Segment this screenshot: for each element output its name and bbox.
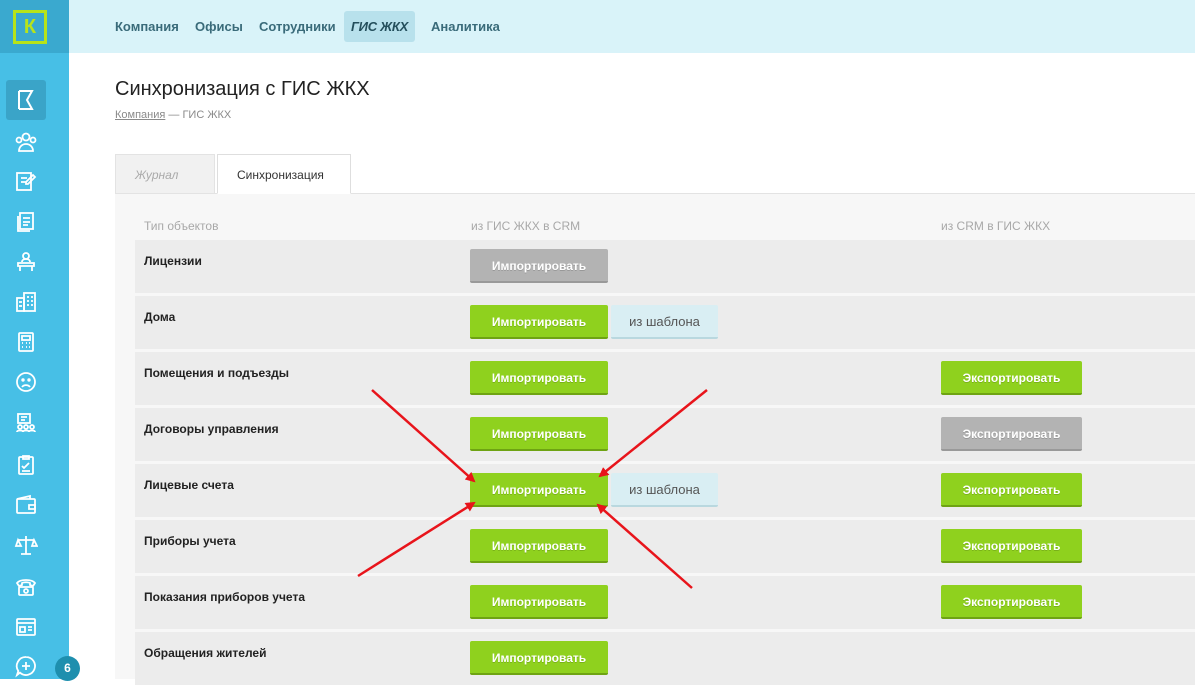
breadcrumb-current: — ГИС ЖКХ: [165, 109, 232, 121]
import-button[interactable]: Импортировать: [470, 305, 608, 339]
calculator-icon[interactable]: [6, 322, 46, 362]
breadcrumb-link-company[interactable]: Компания: [115, 109, 165, 121]
flag-icon[interactable]: [6, 80, 46, 120]
nav-item-gis-zhkh[interactable]: ГИС ЖКХ: [344, 11, 415, 42]
export-button[interactable]: Экспортировать: [941, 417, 1082, 451]
row-label: Лицензии: [144, 254, 202, 268]
table-row: Договоры управления Импортировать Экспорти…: [135, 408, 1195, 461]
nav-item-employees[interactable]: Сотрудники: [252, 11, 343, 42]
row-label: Помещения и подъезды: [144, 366, 289, 380]
page-title: Синхронизация с ГИС ЖКХ: [115, 78, 370, 100]
nav-item-offices[interactable]: Офисы: [188, 11, 250, 42]
edit-note-icon[interactable]: [6, 161, 46, 201]
import-button[interactable]: Импортировать: [470, 249, 608, 283]
checklist-icon[interactable]: [6, 445, 46, 485]
top-navigation: Компания Офисы Сотрудники ГИС ЖКХ Аналит…: [69, 0, 1195, 53]
nav-item-analytics[interactable]: Аналитика: [424, 11, 507, 42]
import-button[interactable]: Импортировать: [470, 641, 608, 675]
export-button[interactable]: Экспортировать: [941, 473, 1082, 507]
table-row: Дома Импортировать из шаблона: [135, 296, 1195, 349]
staff-icon[interactable]: [6, 403, 46, 443]
phone-icon[interactable]: [6, 566, 46, 606]
row-label: Лицевые счета: [144, 478, 234, 492]
from-template-button[interactable]: из шаблона: [611, 305, 718, 339]
news-icon[interactable]: [6, 607, 46, 647]
import-button[interactable]: Импортировать: [470, 473, 608, 507]
export-button[interactable]: Экспортировать: [941, 361, 1082, 395]
column-header-export: из CRM в ГИС ЖКХ: [941, 219, 1051, 233]
table-row: Помещения и подъезды Импортировать Экспорт…: [135, 352, 1195, 405]
import-button[interactable]: Импортировать: [470, 417, 608, 451]
notifications-badge[interactable]: 6: [55, 656, 80, 681]
from-template-button[interactable]: из шаблона: [611, 473, 718, 507]
row-label: Обращения жителей: [144, 646, 267, 660]
import-button[interactable]: Импортировать: [470, 585, 608, 619]
breadcrumb: Компания — ГИС ЖКХ: [115, 109, 231, 121]
wallet-icon[interactable]: [6, 485, 46, 525]
row-label: Показания приборов учета: [144, 590, 305, 604]
import-button[interactable]: Импортировать: [470, 361, 608, 395]
column-header-import: из ГИС ЖКХ в CRM: [471, 219, 581, 233]
row-label: Дома: [144, 310, 176, 324]
tab-sync[interactable]: Синхронизация: [217, 154, 351, 194]
table-row: Обращения жителей Импортировать: [135, 632, 1195, 685]
table-row: Приборы учета Импортировать Экспортировать: [135, 520, 1195, 573]
table-row: Лицевые счета Импортировать из шаблона Эксп…: [135, 464, 1195, 517]
row-label: Приборы учета: [144, 534, 236, 548]
desk-person-icon[interactable]: [6, 242, 46, 282]
tab-journal-label: Журнал: [135, 168, 179, 182]
sad-face-icon[interactable]: [6, 362, 46, 402]
table-row: Показания приборов учета Импортировать Экс…: [135, 576, 1195, 629]
column-header-type: Тип объектов: [144, 219, 219, 233]
scales-icon[interactable]: [6, 525, 46, 565]
import-button[interactable]: Импортировать: [470, 529, 608, 563]
export-button[interactable]: Экспортировать: [941, 529, 1082, 563]
documents-icon[interactable]: [6, 202, 46, 242]
users-group-icon[interactable]: [6, 122, 46, 162]
buildings-icon[interactable]: [6, 282, 46, 322]
chat-add-icon[interactable]: [6, 646, 46, 686]
logo: К: [13, 10, 47, 44]
row-label: Договоры управления: [144, 422, 279, 436]
logo-area[interactable]: К: [0, 0, 69, 53]
nav-item-company[interactable]: Компания: [108, 11, 186, 42]
tab-journal[interactable]: Журнал ↻: [115, 154, 215, 222]
table-row: Лицензии Импортировать: [135, 240, 1195, 293]
export-button[interactable]: Экспортировать: [941, 585, 1082, 619]
sidebar: К 6: [0, 0, 80, 681]
